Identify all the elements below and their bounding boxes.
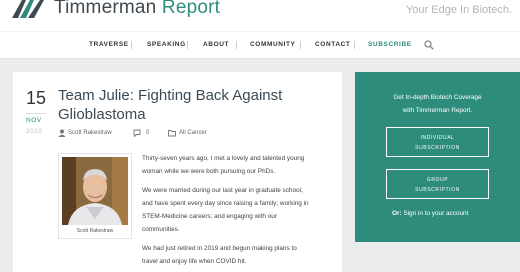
site-tagline: Your Edge In Biotech. <box>405 4 512 16</box>
group-subscription-button[interactable]: GROUP SUBSCRIPTION <box>386 169 489 199</box>
nav-divider <box>354 41 355 49</box>
nav-divider <box>300 41 301 49</box>
comment-icon <box>133 129 141 137</box>
signin-prompt: Or: Sign in to your account <box>392 210 468 217</box>
post-paragraph: We were married during our last year in … <box>142 184 338 236</box>
photo-caption: Scott Rakestraw <box>76 228 114 234</box>
main-nav: TRAVERSE SPEAKING ABOUT COMMUNITY CONTAC… <box>0 31 520 59</box>
signin-link[interactable]: Sign in to your account <box>403 210 468 217</box>
paragraph-line: Thirty-seven years ago, I met a lovely a… <box>142 155 305 162</box>
subscribe-heading: Get In-depth Biotech Coverage with Timme… <box>355 92 520 117</box>
logo-accent: Report <box>161 0 221 18</box>
nav-about[interactable]: ABOUT <box>203 41 229 48</box>
button-label: SUBSCRIPTION <box>415 187 460 193</box>
paragraph-line: STEM-Medicine careers; and engaging with… <box>142 213 277 220</box>
post-paragraph: We had just retired in 2019 and begun ma… <box>142 242 338 268</box>
nav-contact[interactable]: CONTACT <box>315 41 351 48</box>
paragraph-line: We were married during our last year in … <box>142 187 303 194</box>
nav-divider <box>236 41 237 49</box>
individual-subscription-button[interactable]: INDIVIDUAL SUBSCRIPTION <box>386 127 489 157</box>
nav-community[interactable]: COMMUNITY <box>250 41 295 48</box>
button-label: GROUP <box>426 177 449 183</box>
nav-divider <box>187 41 188 49</box>
nav-speaking[interactable]: SPEAKING <box>147 41 186 48</box>
post-date-day: 15 <box>26 88 47 108</box>
post-paragraph: Thirty-seven years ago, I met a lovely a… <box>142 152 338 178</box>
post-title[interactable]: Team Julie: Fighting Back Against Gliobl… <box>58 86 328 124</box>
post-title-line: Glioblastoma <box>58 106 146 123</box>
post-comment-count[interactable]: 0 <box>146 130 149 136</box>
folder-icon <box>168 130 176 137</box>
post-title-line: Team Julie: Fighting Back Against <box>58 87 283 104</box>
button-label: INDIVIDUAL <box>420 135 455 141</box>
signin-or: Or: <box>392 210 402 217</box>
subscribe-heading-line: with Timmerman Report. <box>402 106 473 114</box>
paragraph-line: travel and enjoy life when COVID hit. <box>142 258 247 265</box>
paragraph-line: and have spent every day since raising a… <box>142 200 309 207</box>
post-date-month: NOV <box>26 117 42 124</box>
subscribe-heading-line: Get In-depth Biotech Coverage <box>393 94 482 101</box>
logo-icon[interactable] <box>10 0 50 18</box>
user-icon <box>58 129 66 137</box>
nav-divider <box>131 41 132 49</box>
post-category[interactable]: All Cancer <box>179 130 207 136</box>
post-author[interactable]: Scott Rakestraw <box>68 130 112 136</box>
search-icon[interactable] <box>424 40 434 50</box>
post-date-year: 2022 <box>26 128 43 135</box>
paragraph-line: woman while we were both pursuing our Ph… <box>142 168 276 175</box>
logo-main: Timmerman <box>54 0 157 18</box>
button-label: SUBSCRIPTION <box>415 145 460 151</box>
date-divider <box>26 113 46 114</box>
paragraph-line: We had just retired in 2019 and begun ma… <box>142 245 297 252</box>
nav-subscribe[interactable]: SUBSCRIBE <box>368 41 412 48</box>
site-header: Timmerman Report Your Edge In Biotech. <box>0 0 520 31</box>
author-photo <box>62 157 128 225</box>
site-logo[interactable]: Timmerman Report <box>54 0 220 19</box>
paragraph-line: communities. <box>142 226 180 233</box>
nav-traverse[interactable]: TRAVERSE <box>89 41 129 48</box>
